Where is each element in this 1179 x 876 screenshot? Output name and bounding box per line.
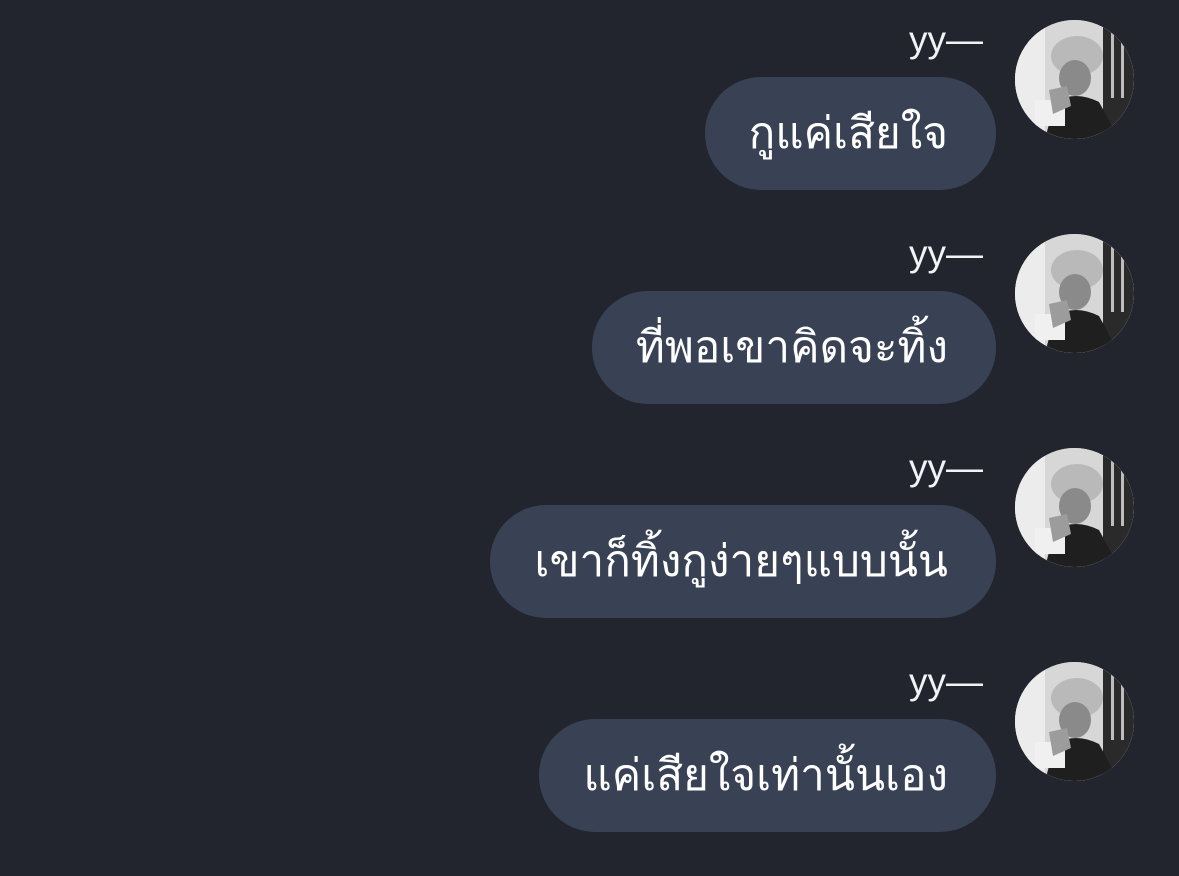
chat-message: yy— กูแค่เสียใจ: [0, 20, 1179, 234]
avatar-photo-icon: [1015, 234, 1134, 353]
avatar-photo-icon: [1015, 662, 1134, 781]
message-bubble[interactable]: เขาก็ทิ้งกูง่ายๆแบบนั้น: [490, 505, 996, 618]
chat-message: yy— ที่พอเขาคิดจะทิ้ง: [0, 234, 1179, 448]
avatar[interactable]: [1015, 234, 1134, 353]
message-bubble[interactable]: แค่เสียใจเท่านั้นเอง: [539, 719, 996, 832]
sender-name[interactable]: yy—: [909, 448, 983, 488]
chat-thread: yy— กูแค่เสียใจ yy— ที่พอเขาคิดจะทิ้ง yy…: [0, 0, 1179, 853]
sender-name[interactable]: yy—: [909, 662, 983, 702]
sender-name[interactable]: yy—: [909, 20, 983, 60]
avatar[interactable]: [1015, 662, 1134, 781]
avatar-photo-icon: [1015, 20, 1134, 139]
message-bubble[interactable]: ที่พอเขาคิดจะทิ้ง: [591, 291, 996, 404]
chat-message: yy— แค่เสียใจเท่านั้นเอง: [0, 662, 1179, 876]
avatar[interactable]: [1015, 448, 1134, 567]
sender-name[interactable]: yy—: [909, 234, 983, 274]
message-bubble[interactable]: กูแค่เสียใจ: [704, 77, 996, 190]
chat-message: yy— เขาก็ทิ้งกูง่ายๆแบบนั้น: [0, 448, 1179, 662]
avatar[interactable]: [1015, 20, 1134, 139]
avatar-photo-icon: [1015, 448, 1134, 567]
